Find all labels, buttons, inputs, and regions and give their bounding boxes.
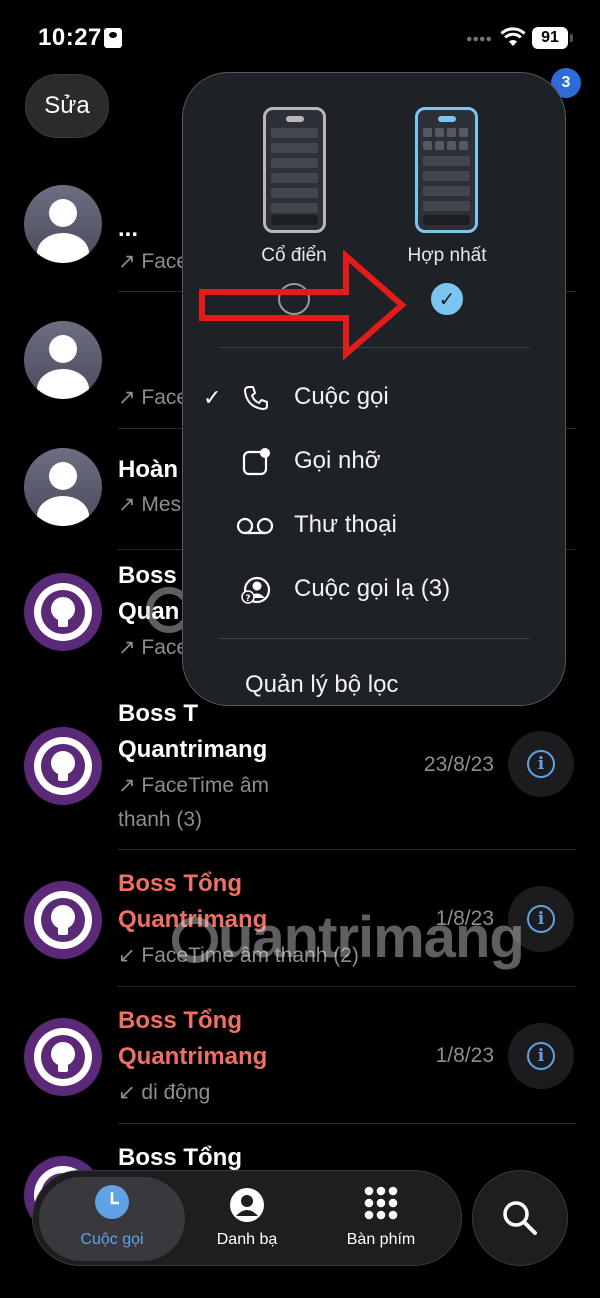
unified-layout-thumbnail[interactable] — [415, 107, 478, 233]
call-row[interactable]: Boss T Quantrimang ↗ FaceTime âm thanh (… — [0, 695, 600, 845]
edit-button[interactable]: Sửa — [25, 74, 109, 138]
call-date: 23/8/23 — [423, 753, 494, 776]
phone-icon — [244, 386, 268, 410]
caller-name: Boss Tổng — [118, 1007, 242, 1034]
avatar — [24, 448, 102, 526]
tab-contacts[interactable]: Danh bạ — [177, 1171, 317, 1267]
call-detail: ↗ Face — [118, 250, 189, 273]
info-button[interactable]: i — [508, 731, 574, 797]
filter-unknown-callers[interactable]: ? Cuộc gọi lạ (3) — [183, 565, 565, 615]
tab-keypad-label: Bàn phím — [346, 1231, 416, 1248]
row-divider — [118, 849, 576, 850]
call-date: 1/8/23 — [435, 1044, 494, 1067]
filter-menu-popup: Cổ điển Hợp nhất ✓ ✓ Cuộc gọi Gọi nhỡ Th… — [182, 72, 566, 706]
svg-text:?: ? — [245, 594, 250, 604]
voicemail-icon — [236, 517, 274, 535]
caller-name-line2: Quantrimang — [118, 1043, 268, 1070]
avatar — [24, 1018, 102, 1096]
call-detail: ↗ Face — [118, 386, 189, 409]
cellular-signal-icon — [466, 36, 492, 42]
avatar — [24, 185, 102, 263]
tab-calls-label: Cuộc gọi — [80, 1231, 144, 1248]
tab-bar: Cuộc gọi Danh bạ Bàn phím — [32, 1170, 462, 1266]
filter-missed[interactable]: Gọi nhỡ — [183, 437, 565, 487]
caller-name: Boss T — [118, 700, 199, 727]
watermark: uantrimang — [172, 904, 525, 971]
contact-icon — [230, 1188, 264, 1222]
filter-all-calls[interactable]: ✓ Cuộc gọi — [183, 373, 565, 423]
menu-label: Cuộc gọi — [294, 383, 389, 410]
status-bar: 10:27 91 — [0, 0, 600, 76]
manage-filters-button[interactable]: Quản lý bộ lọc — [245, 671, 398, 699]
battery-indicator: 91 — [532, 27, 568, 49]
call-detail: ↙ di động — [118, 1081, 211, 1104]
caller-name: Hoàn — [118, 456, 178, 483]
checkmark-icon: ✓ — [203, 385, 222, 410]
wifi-icon — [500, 27, 526, 46]
search-icon — [503, 1201, 537, 1235]
tab-contacts-label: Danh bạ — [216, 1231, 278, 1248]
info-icon: i — [527, 750, 555, 778]
missed-call-icon — [242, 448, 270, 476]
popup-divider — [219, 638, 530, 639]
caller-name: ... — [118, 215, 139, 242]
battery-cap — [570, 34, 573, 42]
row-divider — [118, 986, 576, 987]
unknown-caller-icon: ? — [241, 576, 271, 604]
keypad-icon — [364, 1186, 398, 1220]
unified-view-radio[interactable]: ✓ — [431, 283, 463, 315]
call-detail: ↗ FaceTime âm — [118, 774, 270, 797]
tab-keypad[interactable]: Bàn phím — [311, 1171, 451, 1267]
info-icon: i — [527, 905, 555, 933]
menu-label: Gọi nhỡ — [294, 447, 381, 474]
red-arrow-annotation — [199, 250, 407, 360]
avatar — [24, 573, 102, 651]
contact-card-icon — [104, 28, 122, 48]
search-button[interactable] — [472, 1170, 568, 1266]
info-button[interactable]: i — [508, 1023, 574, 1089]
call-row[interactable]: Boss Tổng Quantrimang ↙ di động 1/8/23 i — [0, 1003, 600, 1123]
classic-layout-thumbnail[interactable] — [263, 107, 326, 233]
avatar — [24, 881, 102, 959]
filter-voicemail[interactable]: Thư thoại — [183, 501, 565, 551]
call-detail-line2: thanh (3) — [118, 808, 203, 831]
avatar — [24, 321, 102, 399]
clock-icon — [95, 1185, 129, 1219]
row-divider — [118, 1123, 576, 1124]
avatar — [24, 727, 102, 805]
info-icon: i — [527, 1042, 555, 1070]
caller-name-line2: Quantrimang — [118, 736, 268, 763]
caller-name: Boss Tổng — [118, 870, 242, 897]
call-detail: ↗ Mes — [118, 493, 182, 516]
menu-label: Cuộc gọi lạ (3) — [294, 575, 451, 602]
status-time: 10:27 — [38, 24, 102, 51]
tab-calls[interactable]: Cuộc gọi — [39, 1177, 185, 1261]
menu-label: Thư thoại — [294, 511, 397, 538]
